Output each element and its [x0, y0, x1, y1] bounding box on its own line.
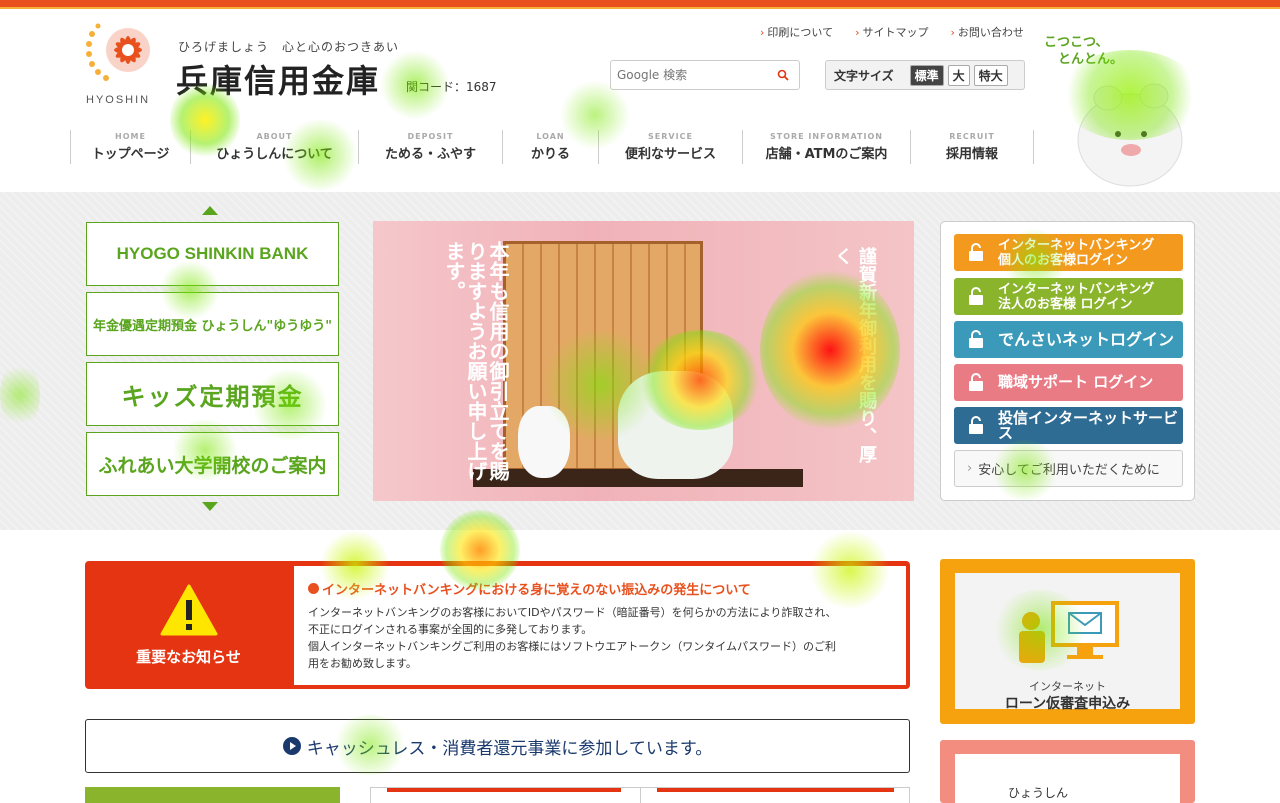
bottom-card-row	[370, 787, 910, 803]
tagline: ひろげましょう 心と心のおつきあい	[178, 40, 400, 54]
font-size-switcher: 文字サイズ 標準 大 特大	[825, 60, 1025, 90]
mascot-illustration-icon	[1077, 83, 1183, 187]
top-accent-bar-secondary	[0, 7, 1280, 9]
nav-deposit[interactable]: DEPOSIT ためる・ふやす	[358, 130, 502, 164]
login-workplace-support-button[interactable]: 職域サポート ログイン	[954, 364, 1183, 401]
lock-icon	[969, 243, 983, 261]
util-link-print[interactable]: › 印刷について	[760, 24, 833, 40]
nav-home[interactable]: HOME トップページ	[70, 130, 190, 164]
side-banner-hyogo-shinkin[interactable]: HYOGO SHINKIN BANK	[86, 222, 339, 286]
font-size-label: 文字サイズ	[834, 68, 894, 83]
login-densai-button[interactable]: でんさいネットログイン	[954, 321, 1183, 358]
bottom-green-panel	[85, 787, 340, 803]
side-banner-fureai-college[interactable]: ふれあい大学開校のご案内	[86, 432, 339, 496]
global-nav: HOME トップページ ABOUT ひょうしんについて DEPOSIT ためる・…	[70, 130, 1034, 166]
font-size-xlarge-button[interactable]: 特大	[973, 64, 1008, 86]
login-corporate-button[interactable]: インターネットバンキング 法人のお客様 ログイン	[954, 278, 1183, 315]
play-circle-icon	[282, 737, 301, 755]
mascot-slogan: こつこつ、 とんとん。	[1044, 35, 1124, 67]
chevron-right-icon: ›	[967, 461, 973, 476]
vase-illustration	[618, 371, 733, 479]
search-icon[interactable]	[777, 69, 789, 81]
search-input[interactable]	[611, 61, 761, 89]
bank-name: 兵庫信用金庫	[176, 62, 381, 100]
hero-image[interactable]: 本年も信用の御引立てを賜りますようお願い申し上げます。 謹賀新年御利用を賜り、厚…	[373, 221, 914, 501]
lock-icon	[969, 416, 983, 434]
notice-label: 重要なお知らせ	[136, 647, 241, 666]
search-box	[610, 60, 800, 90]
utility-links: › 印刷について › サイトマップ › お問い合わせ	[760, 24, 1024, 40]
nav-about[interactable]: ABOUT ひょうしんについて	[190, 130, 358, 164]
site-logo[interactable]: HYOSHIN	[84, 20, 164, 110]
lock-icon	[969, 373, 983, 391]
notice-body: インターネットバンキングのお客様においてIDやパスワード（暗証番号）を何らかの方…	[308, 606, 837, 670]
bottom-pink-banner[interactable]: ひょうしん	[940, 740, 1195, 803]
warning-icon	[160, 584, 217, 635]
loan-banner-title: ローン仮審査申込み	[1004, 696, 1131, 712]
mouse-figurine-illustration	[518, 406, 570, 478]
pink-banner-label: ひょうしん	[1008, 786, 1069, 800]
top-accent-bar	[0, 0, 1280, 7]
login-panel: インターネットバンキング 個人のお客様ログイン インターネットバンキング 法人のお客…	[940, 221, 1195, 501]
logo-wordmark: HYOSHIN	[86, 94, 151, 106]
font-size-large-button[interactable]: 大	[947, 64, 970, 86]
login-personal-button[interactable]: インターネットバンキング 個人のお客様ログイン	[954, 234, 1183, 271]
loan-application-banner[interactable]: インターネット ローン仮審査申込み	[940, 559, 1195, 724]
side-banner-kids-deposit[interactable]: キッズ定期預金	[86, 362, 339, 426]
nav-recruit[interactable]: RECRUIT 採用情報	[910, 130, 1034, 164]
chevron-right-icon: ›	[760, 26, 765, 39]
chevron-right-icon: ›	[855, 26, 860, 39]
font-size-standard-button[interactable]: 標準	[909, 64, 944, 86]
nav-service[interactable]: SERVICE 便利なサービス	[598, 130, 742, 164]
util-link-sitemap[interactable]: › サイトマップ	[855, 24, 928, 40]
nav-loan[interactable]: LOAN かりる	[502, 130, 598, 164]
notice-label-panel: 重要なお知らせ	[85, 561, 292, 689]
slider-down-arrow-icon[interactable]	[202, 502, 218, 511]
hero-greeting-left: 本年も信用の御引立てを賜りますようお願い申し上げます。	[442, 241, 510, 481]
notice-title-link[interactable]: インターネットバンキングにおける身に覚えのない振込みの発生について	[308, 579, 892, 598]
security-info-link[interactable]: › 安心してご利用いただくために	[954, 450, 1183, 487]
bullet-icon	[308, 583, 319, 594]
chevron-right-icon: ›	[950, 26, 955, 39]
important-notice: 重要なお知らせ インターネットバンキングにおける身に覚えのない振込みの発生につい…	[85, 561, 910, 689]
slider-up-arrow-icon[interactable]	[202, 206, 218, 215]
nav-store-information[interactable]: STORE INFORMATION 店舗・ATMのご案内	[742, 130, 910, 164]
notice-content: インターネットバンキングにおける身に覚えのない振込みの発生について インターネッ…	[294, 566, 906, 685]
login-investment-trust-button[interactable]: 投信インターネットサービス	[954, 407, 1183, 444]
hero-greeting-right: 謹賀新年御利用を賜り、厚く	[832, 247, 877, 463]
computer-monitor-icon	[1019, 601, 1119, 663]
side-banner-pension-deposit[interactable]: 年金優遇定期預金 ひょうしん"ゆうゆう"	[86, 292, 339, 356]
lock-icon	[969, 287, 983, 305]
loan-banner-subtitle: インターネット	[1029, 680, 1106, 693]
lock-icon	[969, 330, 983, 348]
cashless-banner[interactable]: キャッシュレス・消費者還元事業に参加しています。	[85, 719, 910, 773]
sunflower-logo-icon	[86, 23, 150, 81]
util-link-contact[interactable]: › お問い合わせ	[950, 24, 1023, 40]
bank-code: 関コード：1687	[406, 80, 497, 94]
